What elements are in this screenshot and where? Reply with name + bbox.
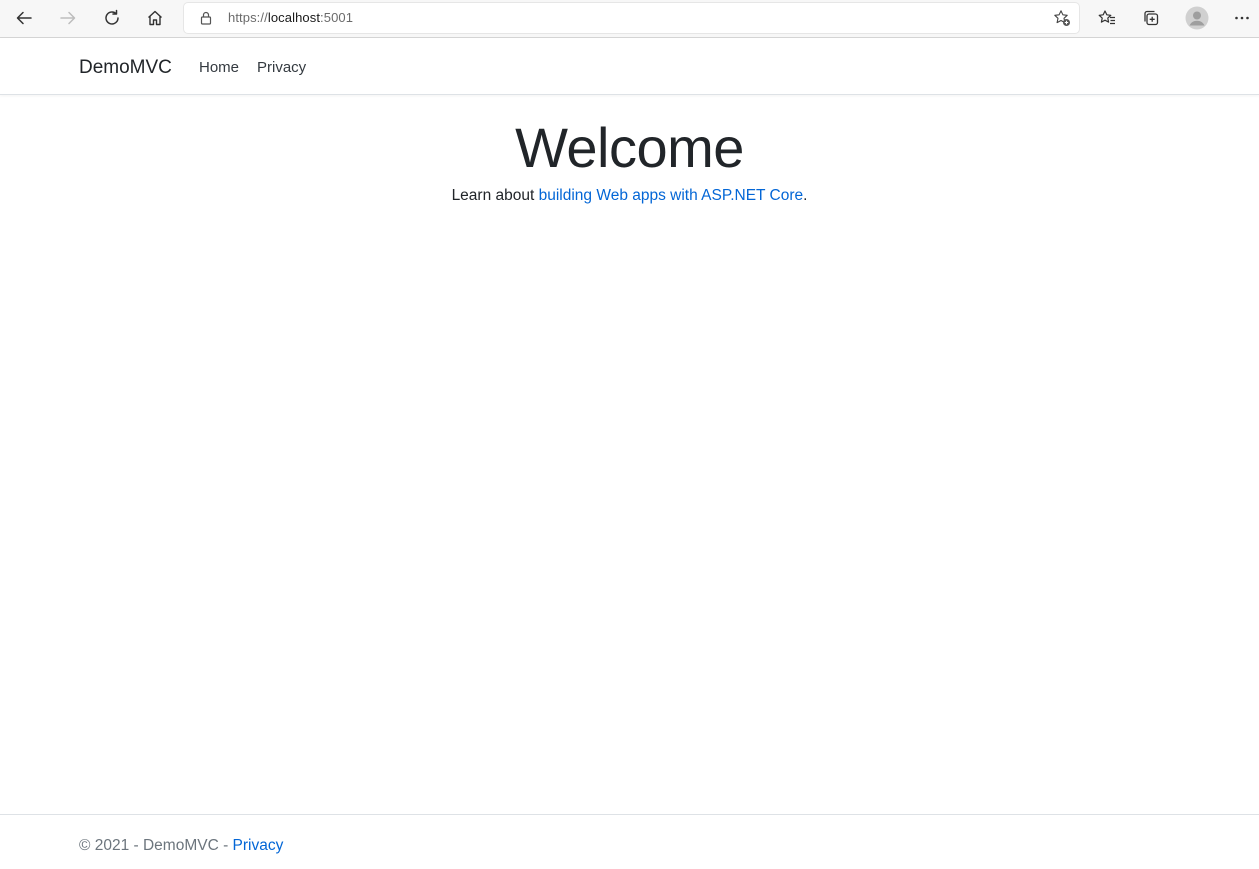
refresh-button[interactable]	[96, 3, 128, 33]
address-bar[interactable]: https://localhost:5001	[184, 3, 1079, 33]
collections-button[interactable]	[1135, 3, 1167, 33]
footer: © 2021 - DemoMVC - Privacy	[0, 814, 1259, 869]
home-icon	[148, 10, 162, 26]
more-options-button[interactable]	[1226, 3, 1258, 33]
url-scheme: https://	[228, 10, 268, 25]
lock-icon[interactable]	[198, 10, 214, 26]
footer-privacy-link[interactable]: Privacy	[233, 837, 284, 854]
lead-text: Learn about building Web apps with ASP.N…	[0, 187, 1259, 205]
favorites-icon	[1098, 10, 1115, 25]
main-content: Welcome Learn about building Web apps wi…	[0, 95, 1259, 205]
profile-button[interactable]	[1181, 3, 1213, 33]
collections-icon	[1144, 10, 1159, 26]
page-title: Welcome	[515, 116, 744, 179]
browser-toolbar: https://localhost:5001	[0, 0, 1259, 38]
url-text[interactable]: https://localhost:5001	[228, 10, 353, 25]
footer-text: © 2021 - DemoMVC - Privacy	[79, 837, 283, 855]
profile-avatar-icon	[1185, 6, 1209, 30]
url-host: localhost	[267, 10, 321, 25]
aspnet-docs-link[interactable]: building Web apps with ASP.NET Core	[539, 187, 804, 204]
nav-link-privacy[interactable]: Privacy	[257, 59, 306, 76]
nav-link-home[interactable]: Home	[199, 59, 239, 76]
lead-prefix: Learn about	[451, 187, 539, 204]
forward-arrow-icon	[60, 11, 76, 25]
lead-suffix: .	[803, 187, 808, 204]
forward-button[interactable]	[52, 3, 84, 33]
footer-copyright: © 2021 - DemoMVC -	[79, 837, 233, 854]
favorites-button[interactable]	[1091, 3, 1123, 33]
add-favorite-icon[interactable]	[1053, 9, 1071, 27]
more-options-icon	[1235, 16, 1249, 20]
navbar-brand[interactable]: DemoMVC	[79, 57, 172, 79]
home-button[interactable]	[139, 3, 171, 33]
url-port: :5001	[320, 10, 354, 25]
refresh-icon	[105, 9, 119, 25]
back-button[interactable]	[8, 3, 40, 33]
site-navbar: DemoMVC Home Privacy	[0, 38, 1259, 95]
back-arrow-icon	[16, 11, 32, 25]
